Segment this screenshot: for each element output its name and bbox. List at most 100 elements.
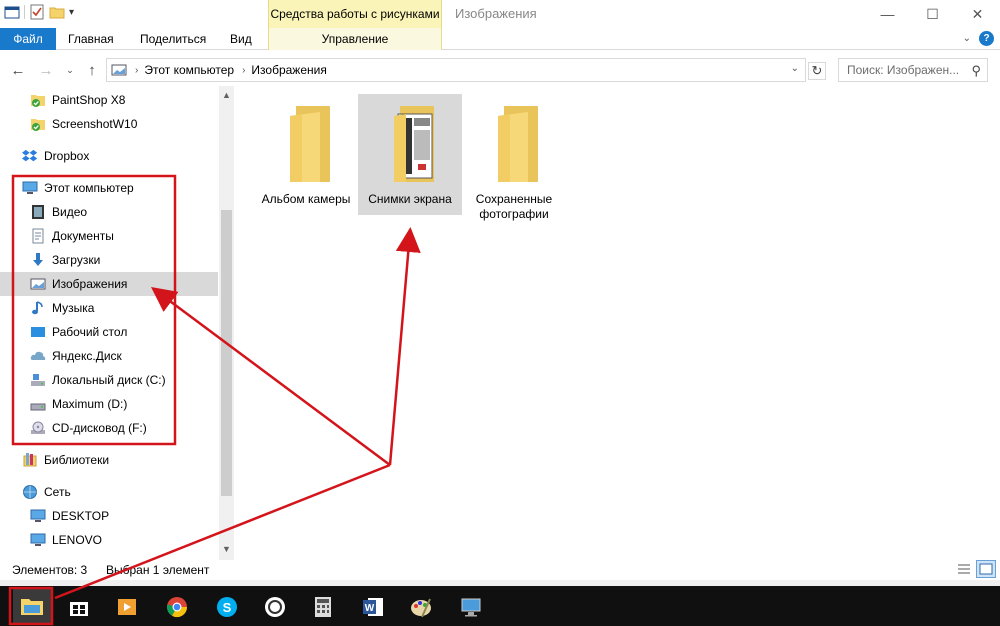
close-button[interactable]: ✕ bbox=[955, 0, 1000, 28]
nav-item-dropbox[interactable]: Dropbox bbox=[0, 144, 218, 168]
maximize-button[interactable]: ☐ bbox=[910, 0, 955, 28]
tab-home[interactable]: Главная bbox=[68, 28, 114, 50]
selection-count: Выбран 1 элемент bbox=[106, 563, 210, 577]
tab-share[interactable]: Поделиться bbox=[140, 28, 206, 50]
help-icon[interactable]: ? bbox=[979, 31, 994, 46]
drive-icon bbox=[30, 372, 46, 388]
store-icon[interactable] bbox=[62, 590, 96, 624]
svg-text:S: S bbox=[223, 600, 232, 615]
pc-icon bbox=[30, 532, 46, 548]
customize-qat-icon[interactable]: ▾ bbox=[69, 7, 74, 18]
dropbox-icon bbox=[22, 148, 38, 164]
chrome-icon[interactable] bbox=[160, 590, 194, 624]
scroll-thumb[interactable] bbox=[221, 210, 232, 496]
pictures-location-icon bbox=[111, 63, 127, 77]
up-arrow-icon[interactable]: ↑ bbox=[82, 60, 102, 80]
paint-icon[interactable] bbox=[404, 590, 438, 624]
item-count: Элементов: 3 bbox=[12, 563, 88, 577]
nav-item-screenshotw10[interactable]: ScreenshotW10 bbox=[0, 112, 218, 136]
nav-label: DESKTOP bbox=[52, 509, 110, 523]
calculator-icon[interactable] bbox=[306, 590, 340, 624]
back-arrow-icon[interactable]: ← bbox=[8, 60, 28, 80]
status-bar: Элементов: 3 Выбран 1 элемент bbox=[0, 560, 1000, 580]
address-bar[interactable]: › Этот компьютер › Изображения ⌄ bbox=[106, 58, 806, 82]
details-view-icon[interactable] bbox=[954, 560, 974, 578]
nav-item-video[interactable]: Видео bbox=[0, 200, 218, 224]
fotor-icon[interactable] bbox=[258, 590, 292, 624]
remote-desktop-icon[interactable] bbox=[454, 590, 488, 624]
folder-screenshots[interactable]: Снимки экрана bbox=[358, 94, 462, 215]
large-icons-view-icon[interactable] bbox=[976, 560, 996, 578]
scroll-up-icon[interactable]: ▲ bbox=[222, 90, 231, 100]
nav-label: Библиотеки bbox=[44, 453, 110, 467]
breadcrumb-separator-icon: › bbox=[242, 64, 246, 76]
nav-item-paintshop[interactable]: PaintShop X8 bbox=[0, 88, 218, 112]
synced-folder-icon bbox=[30, 92, 46, 108]
nav-scrollbar[interactable]: ▲ ▼ bbox=[219, 86, 234, 560]
folder-icon bbox=[276, 104, 336, 184]
scroll-down-icon[interactable]: ▼ bbox=[222, 544, 231, 554]
nav-item-libraries[interactable]: Библиотеки bbox=[0, 448, 218, 472]
breadcrumb-this-pc[interactable]: Этот компьютер bbox=[144, 63, 234, 77]
skype-icon[interactable]: S bbox=[210, 590, 244, 624]
nav-item-downloads[interactable]: Загрузки bbox=[0, 248, 218, 272]
ribbon-right-controls: ⌄ ? bbox=[963, 31, 994, 46]
new-folder-icon[interactable] bbox=[49, 4, 65, 20]
window-title: Изображения bbox=[455, 6, 537, 21]
recent-locations-icon[interactable]: ⌄ bbox=[60, 60, 80, 80]
nav-item-local-disk-c[interactable]: Локальный диск (C:) bbox=[0, 368, 218, 392]
nav-item-desktop[interactable]: Рабочий стол bbox=[0, 320, 218, 344]
nav-label: CD-дисковод (F:) bbox=[52, 421, 147, 435]
search-input[interactable]: Поиск: Изображен... ⚲ bbox=[838, 58, 988, 82]
folder-saved-pictures[interactable]: Сохраненные фотографии bbox=[462, 94, 566, 230]
tab-view[interactable]: Вид bbox=[230, 28, 252, 50]
nav-label: Рабочий стол bbox=[52, 325, 128, 339]
search-placeholder: Поиск: Изображен... bbox=[847, 63, 960, 77]
minimize-button[interactable]: — bbox=[865, 0, 910, 28]
folder-label: Сохраненные фотографии bbox=[475, 192, 553, 221]
file-explorer-icon[interactable] bbox=[13, 588, 51, 624]
word-icon[interactable]: W bbox=[356, 590, 390, 624]
download-icon bbox=[30, 252, 46, 268]
media-player-icon[interactable] bbox=[110, 590, 144, 624]
properties-icon[interactable] bbox=[29, 4, 45, 20]
tab-file[interactable]: Файл bbox=[0, 28, 56, 50]
cloud-icon bbox=[30, 348, 46, 364]
desktop-icon bbox=[30, 324, 46, 340]
tab-manage[interactable]: Управление bbox=[268, 28, 442, 50]
synced-folder-icon bbox=[30, 116, 46, 132]
nav-label: LENOVO bbox=[52, 533, 103, 547]
folder-camera-roll[interactable]: Альбом камеры bbox=[254, 94, 358, 215]
search-icon: ⚲ bbox=[971, 63, 981, 78]
nav-item-maximum-d[interactable]: Maximum (D:) bbox=[0, 392, 218, 416]
window-icon[interactable] bbox=[4, 4, 20, 20]
nav-label: Локальный диск (C:) bbox=[52, 373, 166, 387]
forward-arrow-icon[interactable]: → bbox=[36, 60, 56, 80]
nav-item-music[interactable]: Музыка bbox=[0, 296, 218, 320]
pictures-icon bbox=[30, 276, 46, 292]
refresh-icon[interactable]: ↻ bbox=[808, 62, 826, 80]
nav-item-documents[interactable]: Документы bbox=[0, 224, 218, 248]
title-bar: ▾ Средства работы с рисунками Изображени… bbox=[0, 0, 1000, 28]
breadcrumb-pictures[interactable]: Изображения bbox=[251, 63, 326, 77]
nav-label: PaintShop X8 bbox=[52, 93, 126, 107]
cd-drive-icon bbox=[30, 420, 46, 436]
nav-item-pictures[interactable]: Изображения bbox=[0, 272, 218, 296]
nav-label: Изображения bbox=[52, 277, 128, 291]
nav-label: Dropbox bbox=[44, 149, 90, 163]
folder-label: Снимки экрана bbox=[368, 192, 452, 206]
expand-ribbon-icon[interactable]: ⌄ bbox=[963, 33, 971, 44]
libraries-icon bbox=[22, 452, 38, 468]
documents-icon bbox=[30, 228, 46, 244]
folder-label: Альбом камеры bbox=[261, 192, 351, 206]
nav-item-yandex-disk[interactable]: Яндекс.Диск bbox=[0, 344, 218, 368]
nav-item-cd-drive-f[interactable]: CD-дисковод (F:) bbox=[0, 416, 218, 440]
address-dropdown-icon[interactable]: ⌄ bbox=[791, 63, 799, 74]
quick-access-toolbar: ▾ bbox=[4, 4, 74, 20]
nav-item-desktop-pc[interactable]: DESKTOP bbox=[0, 504, 218, 528]
folder-icon bbox=[484, 104, 544, 184]
nav-item-this-pc[interactable]: Этот компьютер bbox=[0, 176, 218, 200]
nav-item-network[interactable]: Сеть bbox=[0, 480, 218, 504]
nav-item-lenovo[interactable]: LENOVO bbox=[0, 528, 218, 552]
computer-icon bbox=[22, 180, 38, 196]
